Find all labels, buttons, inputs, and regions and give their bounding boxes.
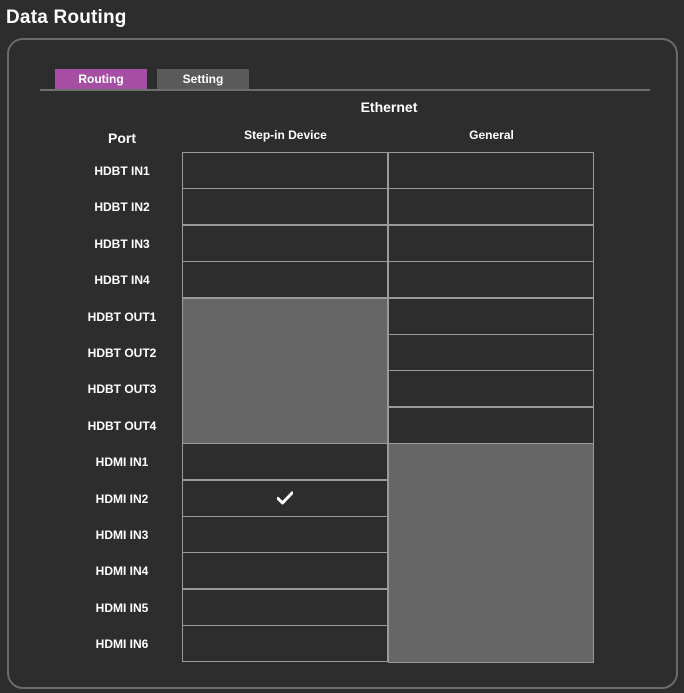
port-label: HDMI IN5: [95, 600, 149, 615]
general-routing-cell[interactable]: [388, 406, 594, 444]
port-label: HDMI IN6: [95, 637, 149, 652]
port-label: HDMI IN4: [95, 564, 149, 579]
checkmark-icon: [277, 491, 293, 505]
port-label: HDBT IN4: [94, 273, 150, 288]
tab-routing[interactable]: Routing: [55, 69, 147, 89]
step-in-routing-cell[interactable]: [182, 588, 388, 626]
step-in-routing-cell[interactable]: [182, 152, 388, 189]
general-column-header: General: [469, 128, 514, 142]
general-disabled-region: [388, 443, 594, 663]
port-label: HDBT OUT3: [87, 382, 157, 397]
general-routing-cell[interactable]: [388, 188, 594, 226]
step-in-routing-cell[interactable]: [182, 261, 388, 299]
ethernet-group-header: Ethernet: [360, 99, 418, 115]
port-label: HDMI IN2: [95, 491, 149, 506]
port-label: HDBT OUT4: [87, 418, 157, 433]
step-in-routing-cell[interactable]: [182, 479, 388, 517]
page-title: Data Routing: [6, 7, 127, 28]
step-in-device-column-header: Step-in Device: [244, 128, 327, 142]
port-column-header: Port: [108, 130, 136, 146]
tab-setting[interactable]: Setting: [157, 69, 249, 89]
general-routing-cell[interactable]: [388, 261, 594, 299]
step-in-routing-cell[interactable]: [182, 516, 388, 553]
step-in-routing-cell[interactable]: [182, 443, 388, 481]
step-in-routing-cell[interactable]: [182, 224, 388, 262]
port-label: HDBT IN3: [94, 236, 150, 251]
general-routing-cell[interactable]: [388, 297, 594, 335]
port-label: HDBT IN1: [94, 164, 150, 178]
general-routing-cell[interactable]: [388, 334, 594, 371]
port-label: HDBT OUT1: [87, 309, 157, 324]
step-in-routing-cell[interactable]: [182, 552, 388, 590]
port-label: HDBT IN2: [94, 200, 150, 215]
port-label: HDMI IN3: [95, 528, 149, 542]
port-label: HDBT OUT2: [87, 346, 157, 360]
step-in-routing-cell[interactable]: [182, 188, 388, 226]
general-routing-cell[interactable]: [388, 370, 594, 408]
general-routing-cell[interactable]: [388, 224, 594, 262]
step-in-disabled-region: [182, 297, 388, 445]
port-label: HDMI IN1: [95, 455, 149, 470]
step-in-routing-cell[interactable]: [182, 625, 388, 663]
general-routing-cell[interactable]: [388, 152, 594, 189]
tab-divider: [40, 89, 650, 91]
